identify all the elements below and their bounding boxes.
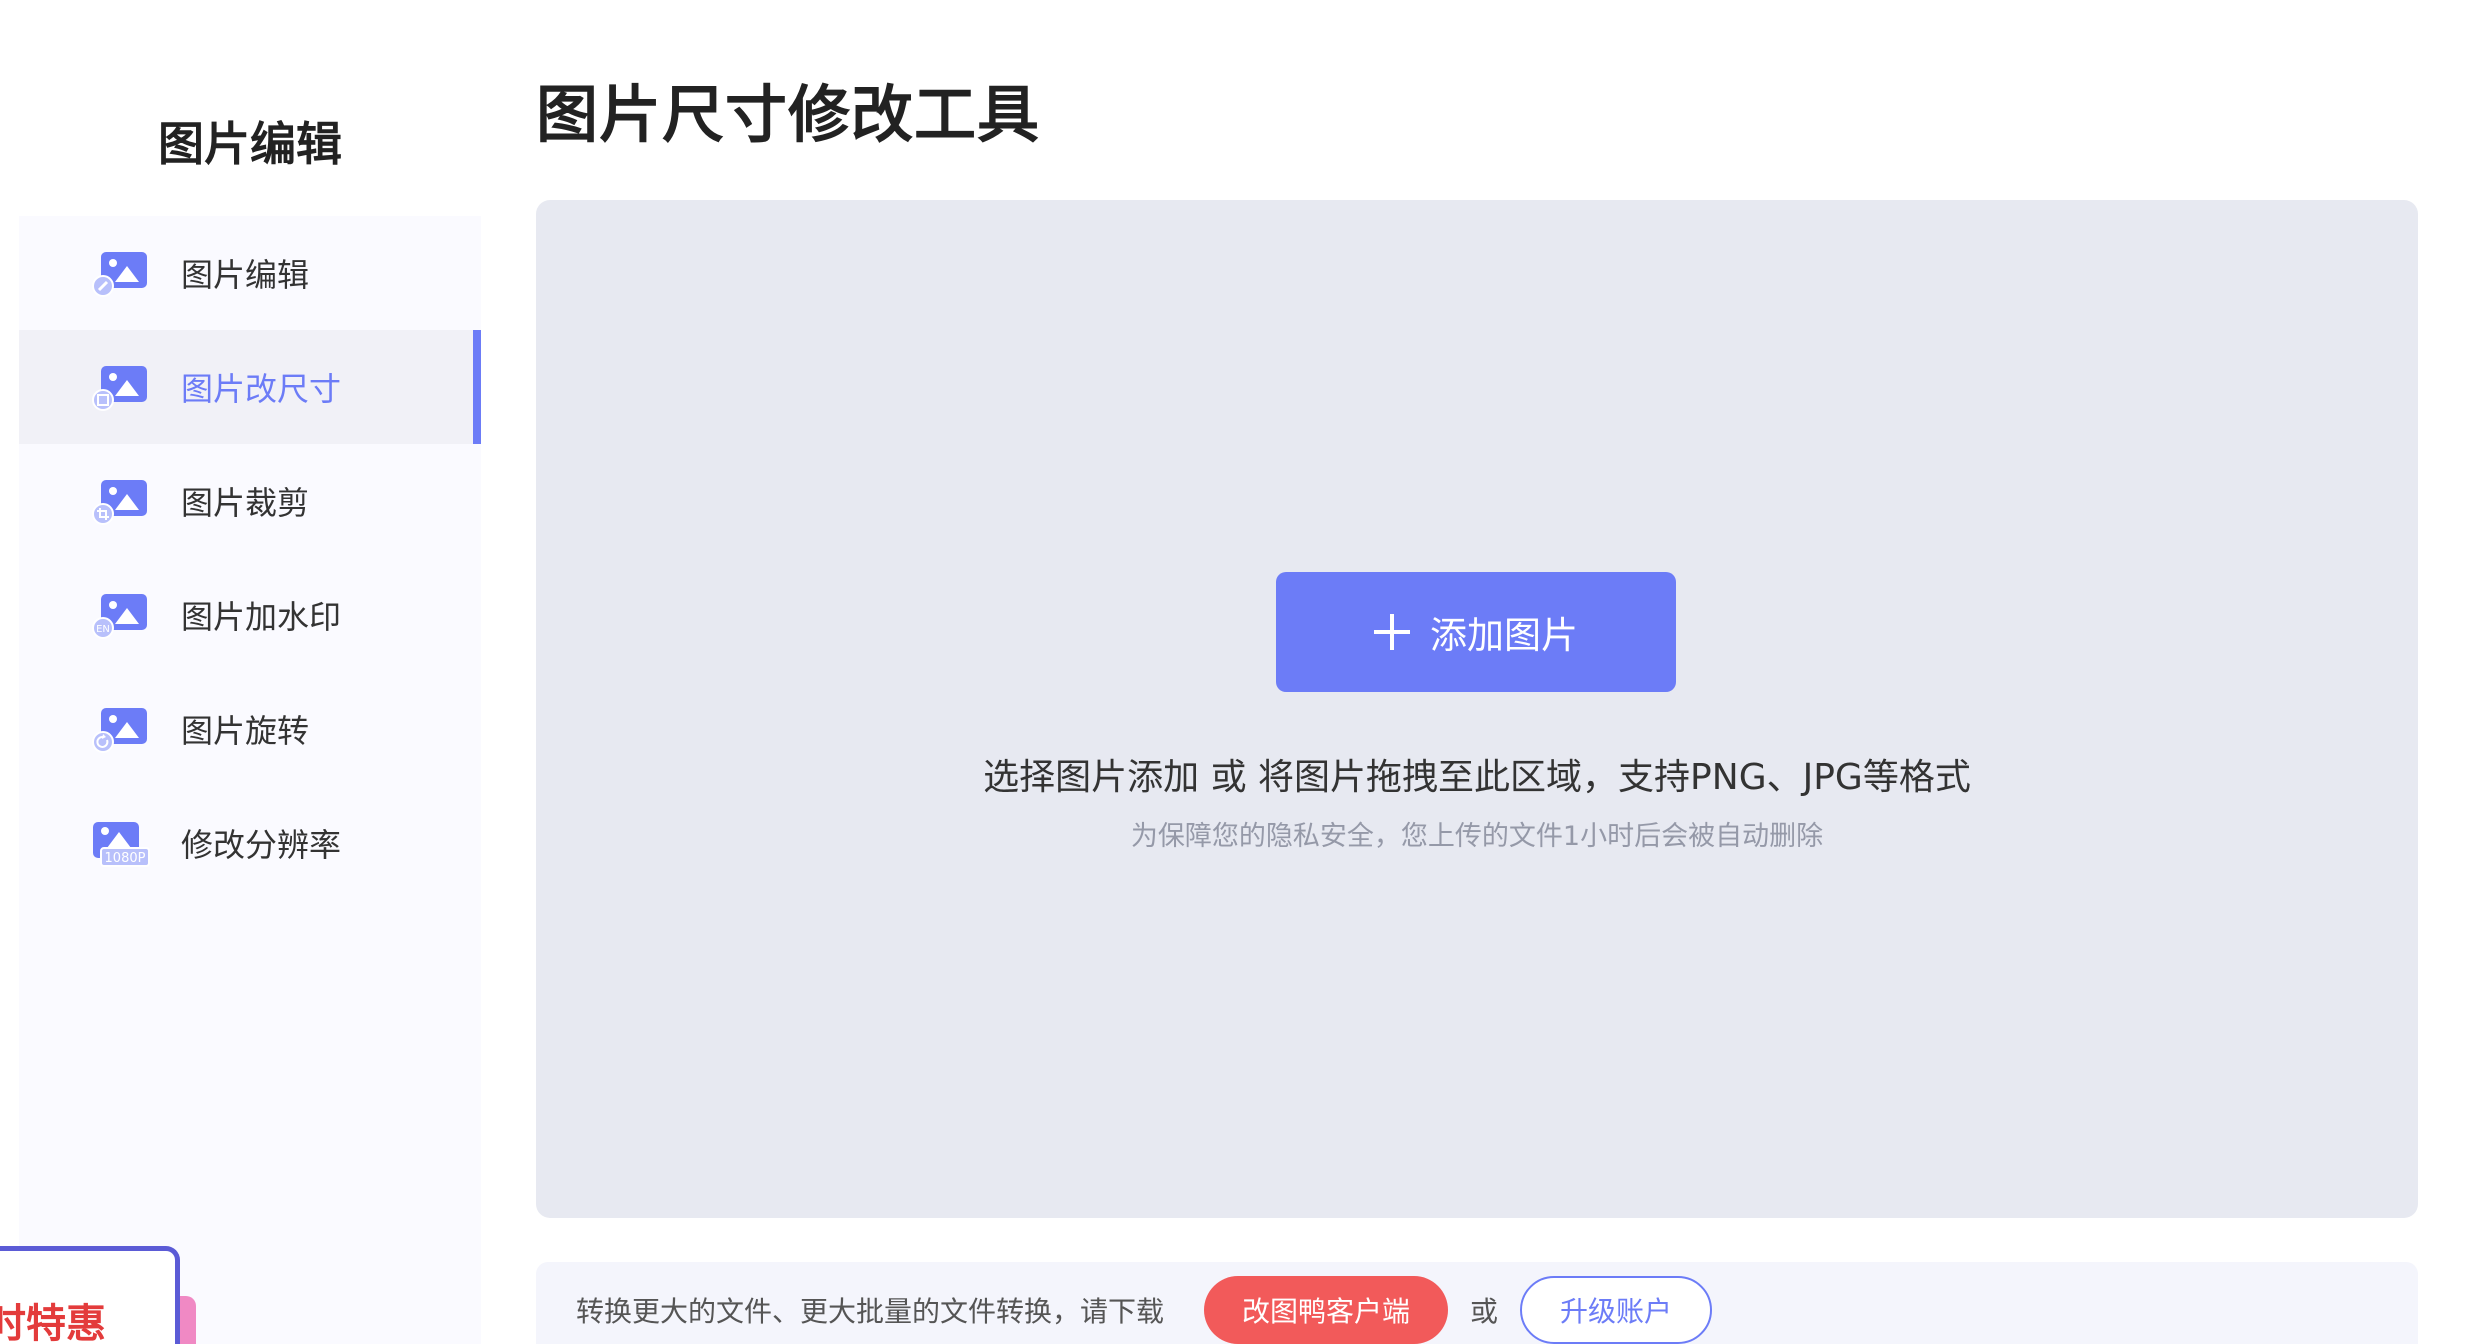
privacy-note: 为保障您的隐私安全，您上传的文件1小时后会被自动删除	[1130, 821, 1824, 852]
sidebar-item-image-resolution[interactable]: 1080P 修改分辨率	[19, 786, 481, 900]
image-resolution-icon: 1080P	[93, 822, 150, 867]
sidebar-item-label: 修改分辨率	[181, 826, 342, 864]
sidebar-item-label: 图片改尺寸	[181, 370, 342, 408]
resolution-badge-text: 1080P	[105, 851, 146, 866]
sidebar-item-label: 图片加水印	[181, 598, 342, 636]
sidebar-item-image-rotate[interactable]: 图片旋转	[19, 672, 481, 786]
sidebar-item-image-resize[interactable]: 图片改尺寸	[19, 330, 481, 444]
image-watermark-icon: EN	[92, 594, 147, 639]
image-edit-icon	[92, 252, 147, 297]
upload-hint: 选择图片添加 或 将图片拖拽至此区域，支持PNG、JPG等格式	[983, 757, 1971, 798]
sidebar-item-label: 图片裁剪	[181, 484, 310, 522]
or-separator: 或	[1470, 1295, 1499, 1328]
image-resize-icon	[92, 366, 147, 411]
download-client-button[interactable]: 改图鸭客户端	[1204, 1276, 1449, 1344]
image-rotate-icon	[92, 708, 147, 753]
add-image-button-label: 添加图片	[1430, 614, 1578, 657]
upgrade-account-button[interactable]: 升级账户	[1520, 1276, 1713, 1344]
sidebar-item-label: 图片旋转	[181, 712, 310, 750]
page-title: 图片尺寸修改工具	[536, 78, 1041, 151]
sidebar-item-image-watermark[interactable]: EN 图片加水印	[19, 558, 481, 672]
download-promo-bar: 转换更大的文件、更大批量的文件转换，请下载 改图鸭客户端 或 升级账户	[536, 1262, 2418, 1344]
sidebar-title: 图片编辑	[158, 117, 342, 171]
sidebar-item-label: 图片编辑	[181, 256, 310, 294]
sidebar: 图片编辑 图片改尺寸 图片裁剪 EN 图片加水印 图片旋转 1080P 修改分辨…	[19, 216, 481, 1344]
promo-badge-text: 时特惠	[0, 1301, 106, 1344]
sidebar-item-image-crop[interactable]: 图片裁剪	[19, 444, 481, 558]
watermark-badge-text: EN	[96, 624, 110, 635]
sidebar-item-image-edit[interactable]: 图片编辑	[19, 216, 481, 330]
promo-badge[interactable]: 时特惠	[0, 1246, 180, 1344]
image-crop-icon	[92, 480, 147, 525]
download-promo-text: 转换更大的文件、更大批量的文件转换，请下载	[576, 1295, 1165, 1328]
add-image-button[interactable]: 添加图片	[1276, 572, 1676, 692]
upload-dropzone[interactable]: 添加图片 选择图片添加 或 将图片拖拽至此区域，支持PNG、JPG等格式 为保障…	[536, 200, 2418, 1218]
plus-icon	[1374, 614, 1410, 650]
